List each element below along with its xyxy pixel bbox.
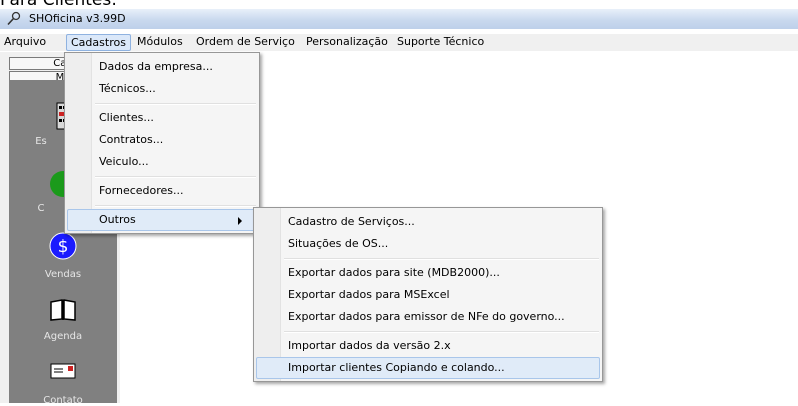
menu-item-contratos[interactable]: Contratos... [67,129,257,151]
menu-item-clientes[interactable]: Clientes... [67,107,257,129]
outlook-label-agenda: Agenda [43,331,83,342]
menu-item-cadastro-de-servicos[interactable]: Cadastro de Serviços... [256,211,600,233]
menu-item-exportar-nfe[interactable]: Exportar dados para emissor de NFe do go… [256,306,600,328]
outros-submenu: Cadastro de Serviços... Situações de OS.… [253,207,603,382]
menu-ordem-de-servico[interactable]: Ordem de Serviço [192,34,299,51]
menu-item-exportar-msexcel[interactable]: Exportar dados para MSExcel [256,284,600,306]
outlook-button-contato[interactable]: Contato [9,362,117,406]
menu-separator [95,176,256,178]
menu-modulos[interactable]: Módulos [133,34,187,51]
dollar-icon: $ [49,232,77,260]
menu-item-dados-da-empresa[interactable]: Dados da empresa... [67,56,257,78]
menu-separator [284,331,599,333]
menu-personalizacao[interactable]: Personalização [302,34,392,51]
menu-separator [95,103,256,105]
menu-item-outros[interactable]: Outros [67,209,257,231]
menu-bar: Arquivo Cadastros Módulos Ordem de Servi… [0,34,798,51]
cadastros-dropdown-menu: Dados da empresa... Técnicos... Clientes… [64,52,260,234]
menu-item-veiculo[interactable]: Veiculo... [67,151,257,173]
menu-separator [284,258,599,260]
caption-text: Para Clientes: [0,0,117,10]
outlook-label-contato: Contato [43,395,83,406]
menu-item-situacoes-de-os[interactable]: Situações de OS... [256,233,600,255]
menu-item-outros-label: Outros [99,213,136,226]
menu-arquivo[interactable]: Arquivo [0,34,50,51]
outlook-label-vendas: Vendas [44,269,82,280]
svg-text:$: $ [58,237,69,257]
menu-suporte-tecnico[interactable]: Suporte Técnico [393,34,488,51]
outlook-button-vendas[interactable]: $ Vendas [9,232,117,288]
envelope-icon [50,363,76,379]
outlook-button-agenda[interactable]: Agenda [9,298,117,354]
menu-separator [95,205,256,207]
wrench-icon [7,11,21,26]
menu-item-importar-versao-2x[interactable]: Importar dados da versão 2.x [256,335,600,357]
menu-item-importar-clientes[interactable]: Importar clientes Copiando e colando... [256,357,600,379]
submenu-arrow-icon [238,217,242,225]
menu-item-fornecedores[interactable]: Fornecedores... [67,180,257,202]
menu-cadastros[interactable]: Cadastros [66,34,131,51]
window-title: SHOficina v3.99D [29,12,126,25]
menu-item-exportar-site[interactable]: Exportar dados para site (MDB2000)... [256,262,600,284]
menu-item-tecnicos[interactable]: Técnicos... [67,78,257,100]
window-titlebar: SHOficina v3.99D [0,9,798,29]
book-icon [50,299,76,321]
